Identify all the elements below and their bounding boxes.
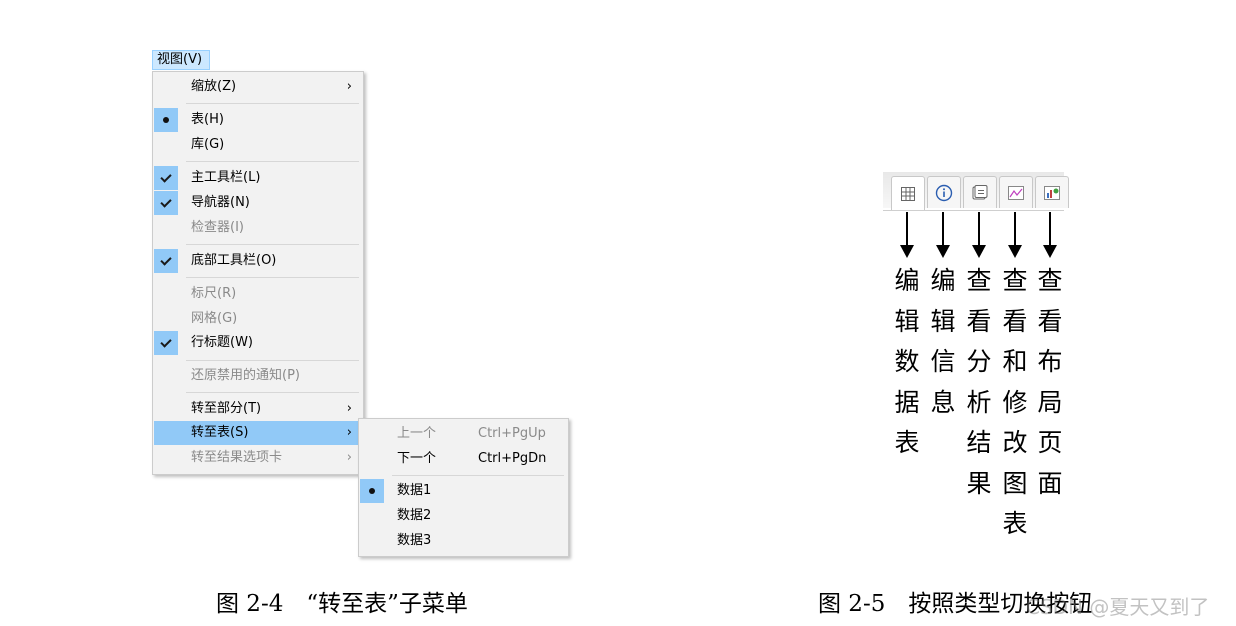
menu-item-goto-table[interactable]: 转至表(S) › xyxy=(154,421,362,445)
menu-item-label: 数据1 xyxy=(397,483,432,498)
menu-item-label: 底部工具栏(O) xyxy=(191,253,277,268)
menu-item-goto-results-tab: 转至结果选项卡 › xyxy=(154,446,362,470)
menu-item-restore-notifications: 还原禁用的通知(P) xyxy=(154,364,362,388)
checkmark-icon xyxy=(154,166,178,190)
submenu-item-data3[interactable]: 数据3 xyxy=(360,529,567,553)
menu-item-label: 上一个 xyxy=(397,426,437,441)
submenu-item-previous: 上一个 Ctrl+PgUp xyxy=(360,422,567,446)
menu-item-label: 主工具栏(L) xyxy=(191,170,261,185)
label-view-results: 查看分析结果 xyxy=(966,266,992,498)
tab-edit-info[interactable] xyxy=(927,176,961,208)
menu-separator xyxy=(186,161,359,162)
menu-item-label: 还原禁用的通知(P) xyxy=(191,368,300,383)
chevron-right-icon: › xyxy=(346,450,352,465)
arrow-down-icon xyxy=(1008,212,1022,258)
view-dropdown-menu: 缩放(Z) › 表(H) 库(G) 主工具栏(L) 导航器(N) 检查器(I) … xyxy=(152,71,364,475)
menu-item-label: 导航器(N) xyxy=(191,195,250,210)
menu-separator xyxy=(186,103,359,104)
menu-item-label: 转至部分(T) xyxy=(191,401,262,416)
menu-item-label: 缩放(Z) xyxy=(191,79,237,94)
menu-item-table[interactable]: 表(H) xyxy=(154,108,362,132)
watermark: CSDN @夏天又到了 xyxy=(1026,595,1210,619)
menu-separator xyxy=(392,475,564,476)
menu-item-label: 转至结果选项卡 xyxy=(191,450,283,465)
menu-separator xyxy=(186,360,359,361)
menu-item-label: 下一个 xyxy=(397,451,437,466)
checkmark-icon xyxy=(154,249,178,273)
chevron-right-icon: › xyxy=(346,425,352,440)
shortcut-label: Ctrl+PgDn xyxy=(478,451,547,466)
menu-separator xyxy=(186,392,359,393)
menu-item-goto-section[interactable]: 转至部分(T) › xyxy=(154,397,362,421)
radio-dot-icon xyxy=(360,479,384,503)
info-icon xyxy=(935,184,953,201)
menu-item-zoom[interactable]: 缩放(Z) › xyxy=(154,75,362,99)
menu-item-label: 数据2 xyxy=(397,508,432,523)
menu-item-library[interactable]: 库(G) xyxy=(154,133,362,157)
menu-item-ruler: 标尺(R) xyxy=(154,282,362,306)
layout-chart-icon xyxy=(1044,185,1060,200)
radio-dot-icon xyxy=(154,108,178,132)
menu-item-main-toolbar[interactable]: 主工具栏(L) xyxy=(154,166,362,190)
label-view-layout: 查看布局页面 xyxy=(1037,266,1063,498)
label-view-edit-charts: 查看和修改图表 xyxy=(1002,266,1028,538)
arrow-down-icon xyxy=(936,212,950,258)
grid-table-icon xyxy=(901,186,915,201)
menu-item-label: 表(H) xyxy=(191,112,224,127)
chevron-right-icon: › xyxy=(346,401,352,416)
menu-item-label: 库(G) xyxy=(191,137,225,152)
arrow-down-icon xyxy=(972,212,986,258)
tab-view-layout[interactable] xyxy=(1035,176,1069,208)
checkmark-icon xyxy=(154,191,178,215)
menu-separator xyxy=(186,277,359,278)
menu-item-inspector: 检查器(I) xyxy=(154,216,362,240)
label-edit-data-table: 编辑数据表 xyxy=(894,266,920,457)
menu-item-row-headers[interactable]: 行标题(W) xyxy=(154,331,362,355)
tab-view-results[interactable] xyxy=(963,176,997,208)
menu-item-grid: 网格(G) xyxy=(154,307,362,331)
view-menu[interactable]: 视图(V) xyxy=(152,50,210,70)
goto-table-submenu: 上一个 Ctrl+PgUp 下一个 Ctrl+PgDn 数据1 数据2 数据3 xyxy=(358,418,569,557)
menu-item-bottom-toolbar[interactable]: 底部工具栏(O) xyxy=(154,249,362,273)
menu-item-label: 检查器(I) xyxy=(191,220,244,235)
label-edit-info: 编辑信息 xyxy=(930,266,956,417)
tab-edit-data-table[interactable] xyxy=(891,176,925,210)
tab-view-edit-charts[interactable] xyxy=(999,176,1033,208)
menu-separator xyxy=(186,244,359,245)
menu-item-label: 标尺(R) xyxy=(191,286,237,301)
menu-item-label: 转至表(S) xyxy=(191,425,249,440)
shortcut-label: Ctrl+PgUp xyxy=(478,426,546,441)
menu-item-label: 网格(G) xyxy=(191,311,238,326)
line-chart-icon xyxy=(1008,185,1024,200)
menu-item-navigator[interactable]: 导航器(N) xyxy=(154,191,362,215)
submenu-item-data2[interactable]: 数据2 xyxy=(360,504,567,528)
submenu-item-next[interactable]: 下一个 Ctrl+PgDn xyxy=(360,447,567,471)
menu-item-label: 行标题(W) xyxy=(191,335,253,350)
arrow-down-icon xyxy=(1043,212,1057,258)
view-type-tab-strip xyxy=(883,172,1069,211)
submenu-item-data1[interactable]: 数据1 xyxy=(360,479,567,503)
chevron-right-icon: › xyxy=(346,79,352,94)
checkmark-icon xyxy=(154,331,178,355)
results-list-icon xyxy=(972,184,988,199)
figure-caption-2-4: 图 2-4 “转至表”子菜单 xyxy=(216,591,468,617)
menu-item-label: 数据3 xyxy=(397,533,432,548)
arrow-down-icon xyxy=(900,212,914,258)
